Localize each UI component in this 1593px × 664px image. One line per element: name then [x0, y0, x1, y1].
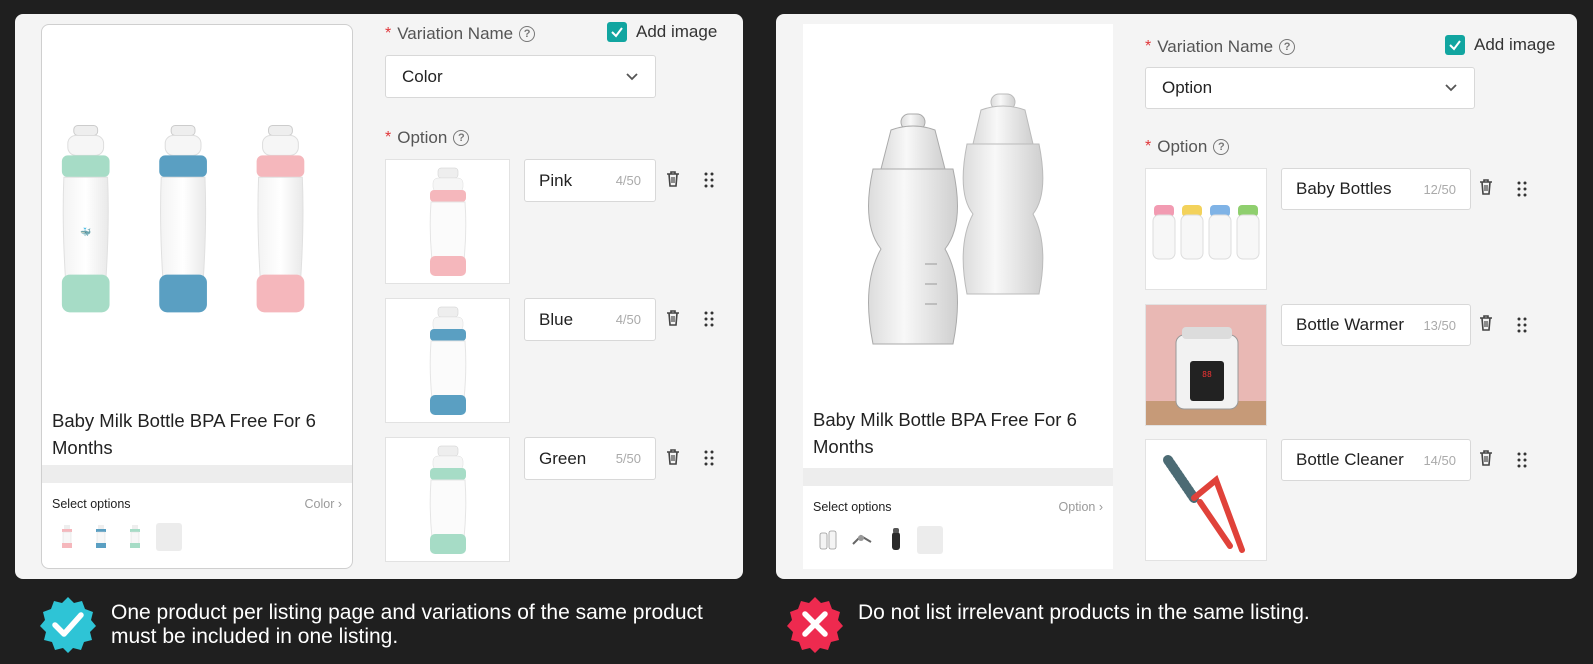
- thumb-pink[interactable]: [54, 523, 80, 551]
- select-options-link[interactable]: Option ›: [1059, 500, 1103, 514]
- divider: [803, 468, 1113, 486]
- required-mark: *: [1145, 38, 1152, 55]
- thumb-baby-bottles[interactable]: [815, 526, 841, 554]
- option-name-input[interactable]: Green 5/50: [524, 437, 656, 480]
- help-icon[interactable]: ?: [1279, 39, 1296, 55]
- product-preview: Baby Milk Bottle BPA Free For 6 Months S…: [803, 24, 1113, 569]
- good-example-panel: 🐳 Baby Milk Bottle BPA Free For 6 Months…: [15, 14, 743, 579]
- trash-icon[interactable]: [665, 448, 681, 466]
- add-image-toggle[interactable]: Add image: [1445, 35, 1555, 55]
- product-preview: 🐳 Baby Milk Bottle BPA Free For 6 Months…: [41, 24, 353, 569]
- svg-text:🐳: 🐳: [80, 227, 91, 237]
- verified-check-badge-icon: [40, 597, 96, 653]
- variant-thumbnails: [54, 523, 182, 551]
- required-mark: *: [1145, 138, 1152, 155]
- variation-name-dropdown[interactable]: Option: [1145, 67, 1475, 109]
- svg-text:88: 88: [1202, 370, 1212, 379]
- select-options-row[interactable]: Select options Color ›: [52, 497, 342, 511]
- product-title: Baby Milk Bottle BPA Free For 6 Months: [52, 410, 316, 458]
- option-image-blue[interactable]: [385, 298, 510, 423]
- product-image-three-bottles: 🐳: [61, 125, 305, 313]
- help-icon[interactable]: ?: [453, 130, 470, 146]
- checkbox-checked-icon[interactable]: [1445, 35, 1465, 55]
- product-image-two-glass-bottles: [868, 93, 1044, 345]
- drag-handle-icon[interactable]: [1517, 452, 1527, 468]
- drag-handle-icon[interactable]: [1517, 317, 1527, 333]
- chevron-down-icon: [1445, 84, 1457, 92]
- variant-thumbnails: [815, 526, 943, 554]
- bad-example-panel: Baby Milk Bottle BPA Free For 6 Months S…: [776, 14, 1577, 579]
- option-label: * Option ?: [385, 128, 470, 148]
- option-name-input[interactable]: Pink 4/50: [524, 159, 656, 202]
- required-mark: *: [385, 25, 392, 42]
- option-image-bottle-cleaner[interactable]: [1145, 439, 1267, 561]
- divider: [42, 465, 352, 483]
- option-image-pink[interactable]: [385, 159, 510, 284]
- thumb-blue[interactable]: [88, 523, 114, 551]
- bad-caption-text: Do not list irrelevant products in the s…: [858, 601, 1310, 624]
- trash-icon[interactable]: [1478, 314, 1494, 332]
- trash-icon[interactable]: [1478, 449, 1494, 467]
- thumb-placeholder: [156, 523, 182, 551]
- chevron-down-icon: [626, 72, 638, 80]
- required-mark: *: [385, 129, 392, 146]
- trash-icon[interactable]: [665, 170, 681, 188]
- option-name-input[interactable]: Bottle Cleaner 14/50: [1281, 439, 1471, 481]
- option-image-baby-bottles[interactable]: [1145, 168, 1267, 290]
- thumb-bottle-cleaner[interactable]: [883, 526, 909, 554]
- drag-handle-icon[interactable]: [704, 450, 714, 466]
- option-image-bottle-warmer[interactable]: 88: [1145, 304, 1267, 426]
- help-icon[interactable]: ?: [519, 26, 536, 42]
- option-image-green[interactable]: [385, 437, 510, 562]
- select-options-label: Select options: [813, 500, 892, 514]
- select-options-label: Select options: [52, 497, 131, 511]
- thumb-placeholder: [917, 526, 943, 554]
- variation-name-dropdown[interactable]: Color: [385, 55, 656, 98]
- select-options-row[interactable]: Select options Option ›: [813, 500, 1103, 514]
- option-name-input[interactable]: Blue 4/50: [524, 298, 656, 341]
- variation-name-label: * Variation Name ?: [385, 24, 536, 44]
- trash-icon[interactable]: [1478, 178, 1494, 196]
- good-caption-text: One product per listing page and variati…: [111, 601, 703, 648]
- trash-icon[interactable]: [665, 309, 681, 327]
- drag-handle-icon[interactable]: [704, 311, 714, 327]
- option-label: * Option ?: [1145, 137, 1230, 157]
- thumb-green[interactable]: [122, 523, 148, 551]
- drag-handle-icon[interactable]: [704, 172, 714, 188]
- good-caption: One product per listing page and variati…: [39, 595, 739, 653]
- checkbox-checked-icon[interactable]: [607, 22, 627, 42]
- add-image-toggle[interactable]: Add image: [607, 22, 717, 42]
- product-title: Baby Milk Bottle BPA Free For 6 Months: [813, 409, 1077, 457]
- cross-badge-icon: [787, 597, 843, 653]
- drag-handle-icon[interactable]: [1517, 181, 1527, 197]
- option-name-input[interactable]: Bottle Warmer 13/50: [1281, 304, 1471, 346]
- thumb-bottle-warmer[interactable]: [849, 526, 875, 554]
- variation-name-label: * Variation Name ?: [1145, 37, 1296, 57]
- bad-caption: Do not list irrelevant products in the s…: [786, 595, 1546, 653]
- select-options-link[interactable]: Color ›: [304, 497, 342, 511]
- option-name-input[interactable]: Baby Bottles 12/50: [1281, 168, 1471, 210]
- help-icon[interactable]: ?: [1213, 139, 1230, 155]
